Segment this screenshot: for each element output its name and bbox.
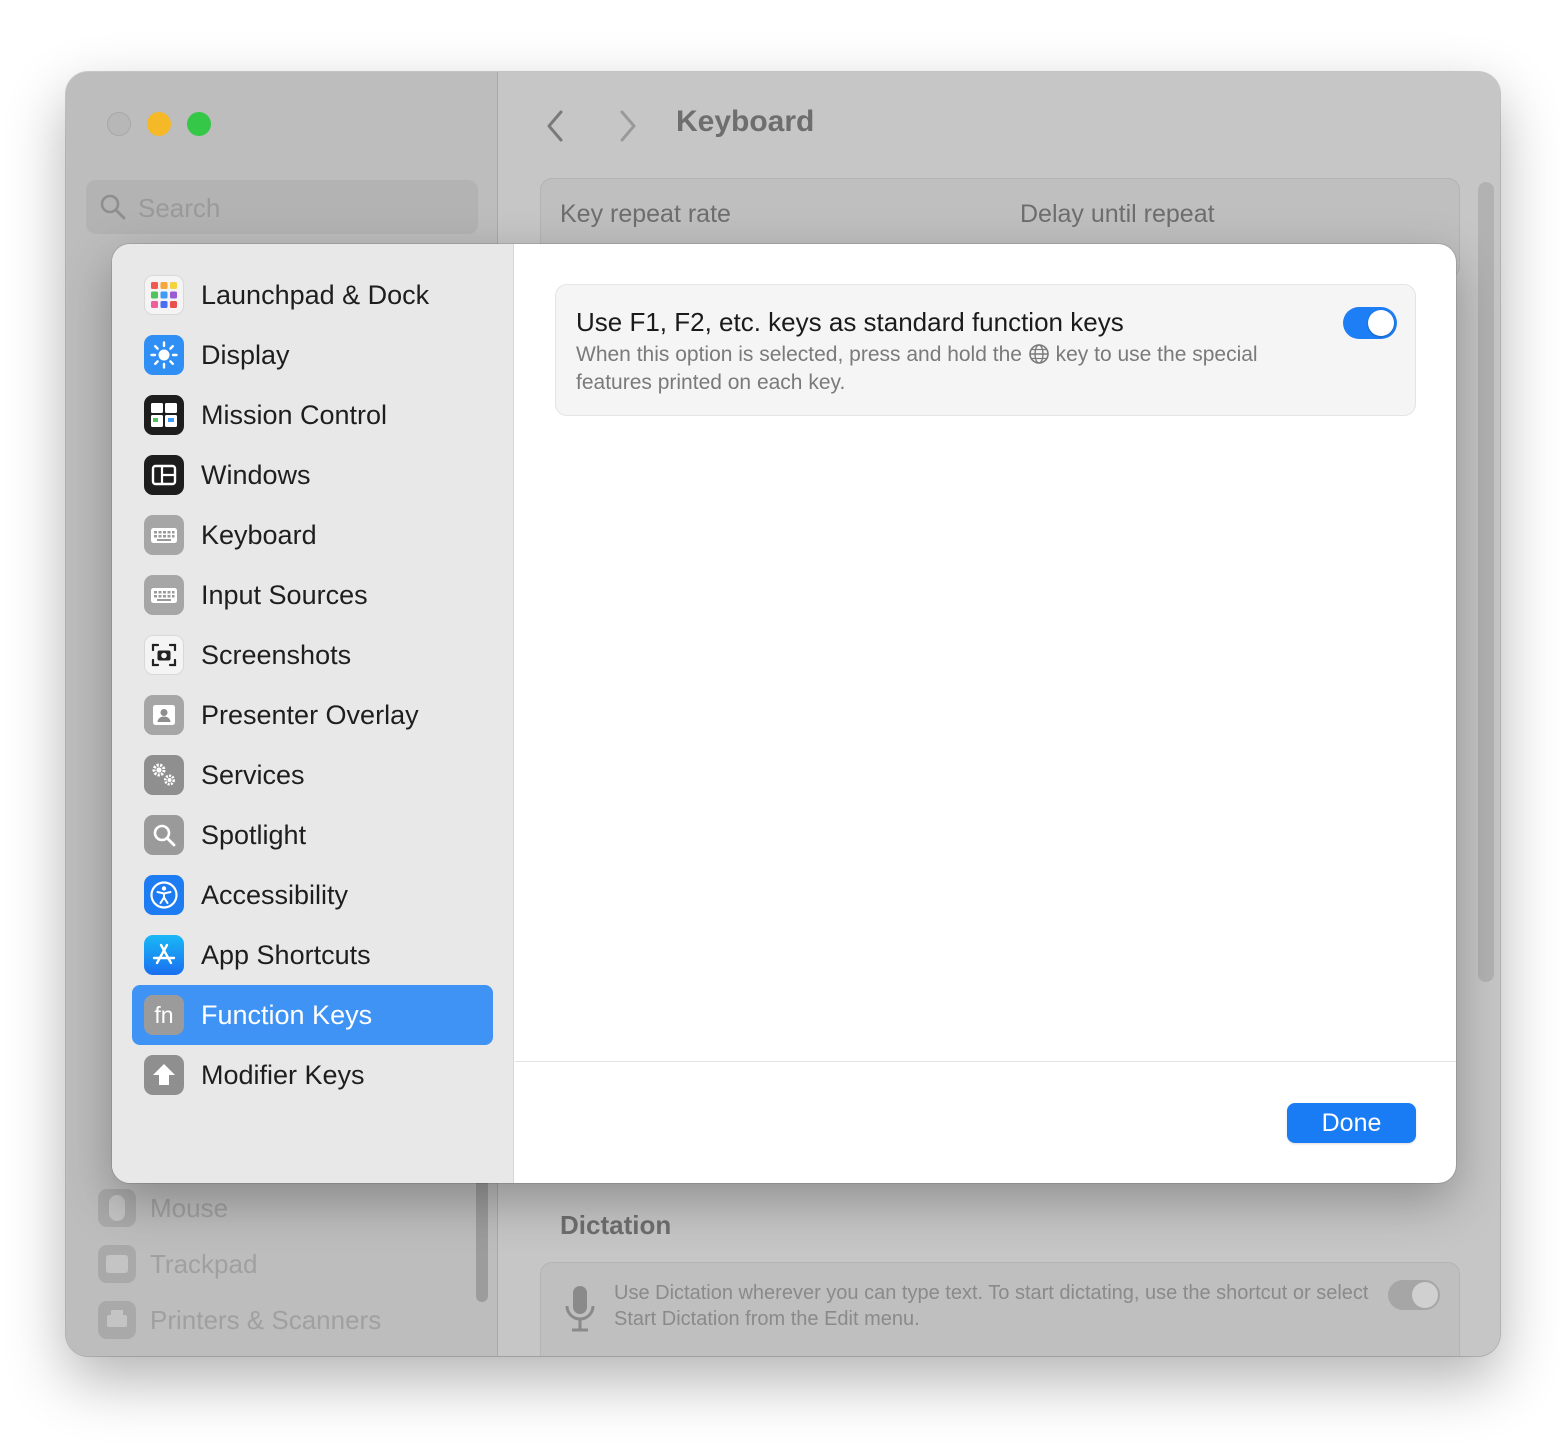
back-chevron-icon[interactable]	[541, 106, 571, 146]
sheet-item-display[interactable]: Display	[132, 325, 493, 385]
sheet-item-input-sources[interactable]: Input Sources	[132, 565, 493, 625]
sheet-item-label: Windows	[201, 459, 311, 490]
app-store-icon	[144, 935, 184, 975]
launchpad-icon	[144, 275, 184, 315]
function-keys-option-card: Use F1, F2, etc. keys as standard functi…	[555, 284, 1416, 416]
fn-key-icon: fn	[144, 995, 184, 1035]
modifier-arrow-icon	[144, 1055, 184, 1095]
sheet-item-label: Services	[201, 759, 305, 790]
sheet-item-label: Function Keys	[201, 999, 373, 1030]
sheet-item-screenshots[interactable]: Screenshots	[132, 625, 493, 685]
search-icon	[100, 194, 126, 220]
sheet-item-presenter-overlay[interactable]: Presenter Overlay	[132, 685, 493, 745]
sheet-item-spotlight[interactable]: Spotlight	[132, 805, 493, 865]
presenter-overlay-icon	[144, 695, 184, 735]
close-window-button[interactable]	[107, 112, 131, 136]
mission-control-icon	[144, 395, 184, 435]
sidebar-item-label: Mouse	[150, 1192, 229, 1223]
sheet-item-label: Presenter Overlay	[201, 699, 419, 730]
sidebar-scrollbar[interactable]	[476, 1172, 488, 1302]
sheet-item-modifier-keys[interactable]: Modifier Keys	[132, 1045, 493, 1105]
windows-icon	[144, 455, 184, 495]
sheet-item-label: Spotlight	[201, 819, 307, 850]
globe-icon	[1028, 344, 1049, 364]
sheet-item-windows[interactable]: Windows	[132, 445, 493, 505]
screenshot-icon	[144, 635, 184, 675]
standard-function-keys-toggle[interactable]	[1343, 307, 1397, 339]
sidebar-item-label: Trackpad	[150, 1248, 258, 1279]
sheet-item-label: Keyboard	[201, 519, 317, 550]
sheet-item-function-keys[interactable]: fn Function Keys	[132, 985, 493, 1045]
forward-chevron-icon[interactable]	[612, 106, 642, 146]
sidebar-item-mouse[interactable]: Mouse	[98, 1186, 228, 1230]
done-button[interactable]: Done	[1287, 1103, 1416, 1143]
sheet-item-accessibility[interactable]: Accessibility	[132, 865, 493, 925]
zoom-window-button[interactable]	[187, 112, 211, 136]
sidebar-item-label: Printers & Scanners	[150, 1304, 382, 1335]
sheet-item-launchpad-dock[interactable]: Launchpad & Dock	[132, 265, 493, 325]
search-placeholder: Search	[138, 193, 221, 223]
sheet-sidebar: Launchpad & Dock Display Mission Control…	[112, 244, 514, 1183]
sheet-item-keyboard[interactable]: Keyboard	[132, 505, 493, 565]
spotlight-icon	[144, 815, 184, 855]
sheet-item-label: Launchpad & Dock	[201, 279, 430, 310]
dictation-toggle[interactable]	[1388, 1280, 1440, 1310]
printer-icon	[98, 1301, 136, 1339]
toggle-knob	[1368, 310, 1394, 336]
sheet-item-label: Display	[201, 339, 290, 370]
mouse-icon	[98, 1189, 136, 1227]
option-description-start: When this option is selected, press and …	[576, 343, 1022, 366]
sheet-item-services[interactable]: Services	[132, 745, 493, 805]
sheet-item-app-shortcuts[interactable]: App Shortcuts	[132, 925, 493, 985]
display-brightness-icon	[144, 335, 184, 375]
microphone-icon	[565, 1286, 595, 1332]
sheet-item-label: App Shortcuts	[201, 939, 371, 970]
option-title: Use F1, F2, etc. keys as standard functi…	[576, 307, 1124, 337]
function-keys-sheet: Launchpad & Dock Display Mission Control…	[112, 244, 1456, 1183]
sheet-item-label: Modifier Keys	[201, 1059, 365, 1090]
sheet-item-mission-control[interactable]: Mission Control	[132, 385, 493, 445]
sheet-item-label: Mission Control	[201, 399, 388, 430]
keyboard-icon	[144, 515, 184, 555]
trackpad-icon	[98, 1245, 136, 1283]
sheet-footer-divider	[515, 1061, 1456, 1062]
sidebar-item-trackpad[interactable]: Trackpad	[98, 1242, 257, 1286]
option-description: When this option is selected, press and …	[576, 341, 1316, 397]
accessibility-icon	[144, 875, 184, 915]
sheet-item-label: Screenshots	[201, 639, 352, 670]
dictation-section-title: Dictation	[560, 1210, 672, 1240]
page-title: Keyboard	[676, 105, 815, 138]
input-sources-icon	[144, 575, 184, 615]
sheet-item-label: Accessibility	[201, 879, 349, 910]
sidebar-item-printers-scanners[interactable]: Printers & Scanners	[98, 1298, 381, 1342]
dictation-description: Use Dictation wherever you can type text…	[614, 1282, 1369, 1330]
gears-icon	[144, 755, 184, 795]
sheet-item-label: Input Sources	[201, 579, 368, 610]
search-field[interactable]: Search	[86, 180, 478, 234]
minimize-window-button[interactable]	[147, 112, 171, 136]
key-repeat-rate-label: Key repeat rate	[560, 200, 731, 228]
main-scrollbar[interactable]	[1478, 182, 1494, 982]
delay-until-repeat-label: Delay until repeat	[1020, 200, 1215, 228]
